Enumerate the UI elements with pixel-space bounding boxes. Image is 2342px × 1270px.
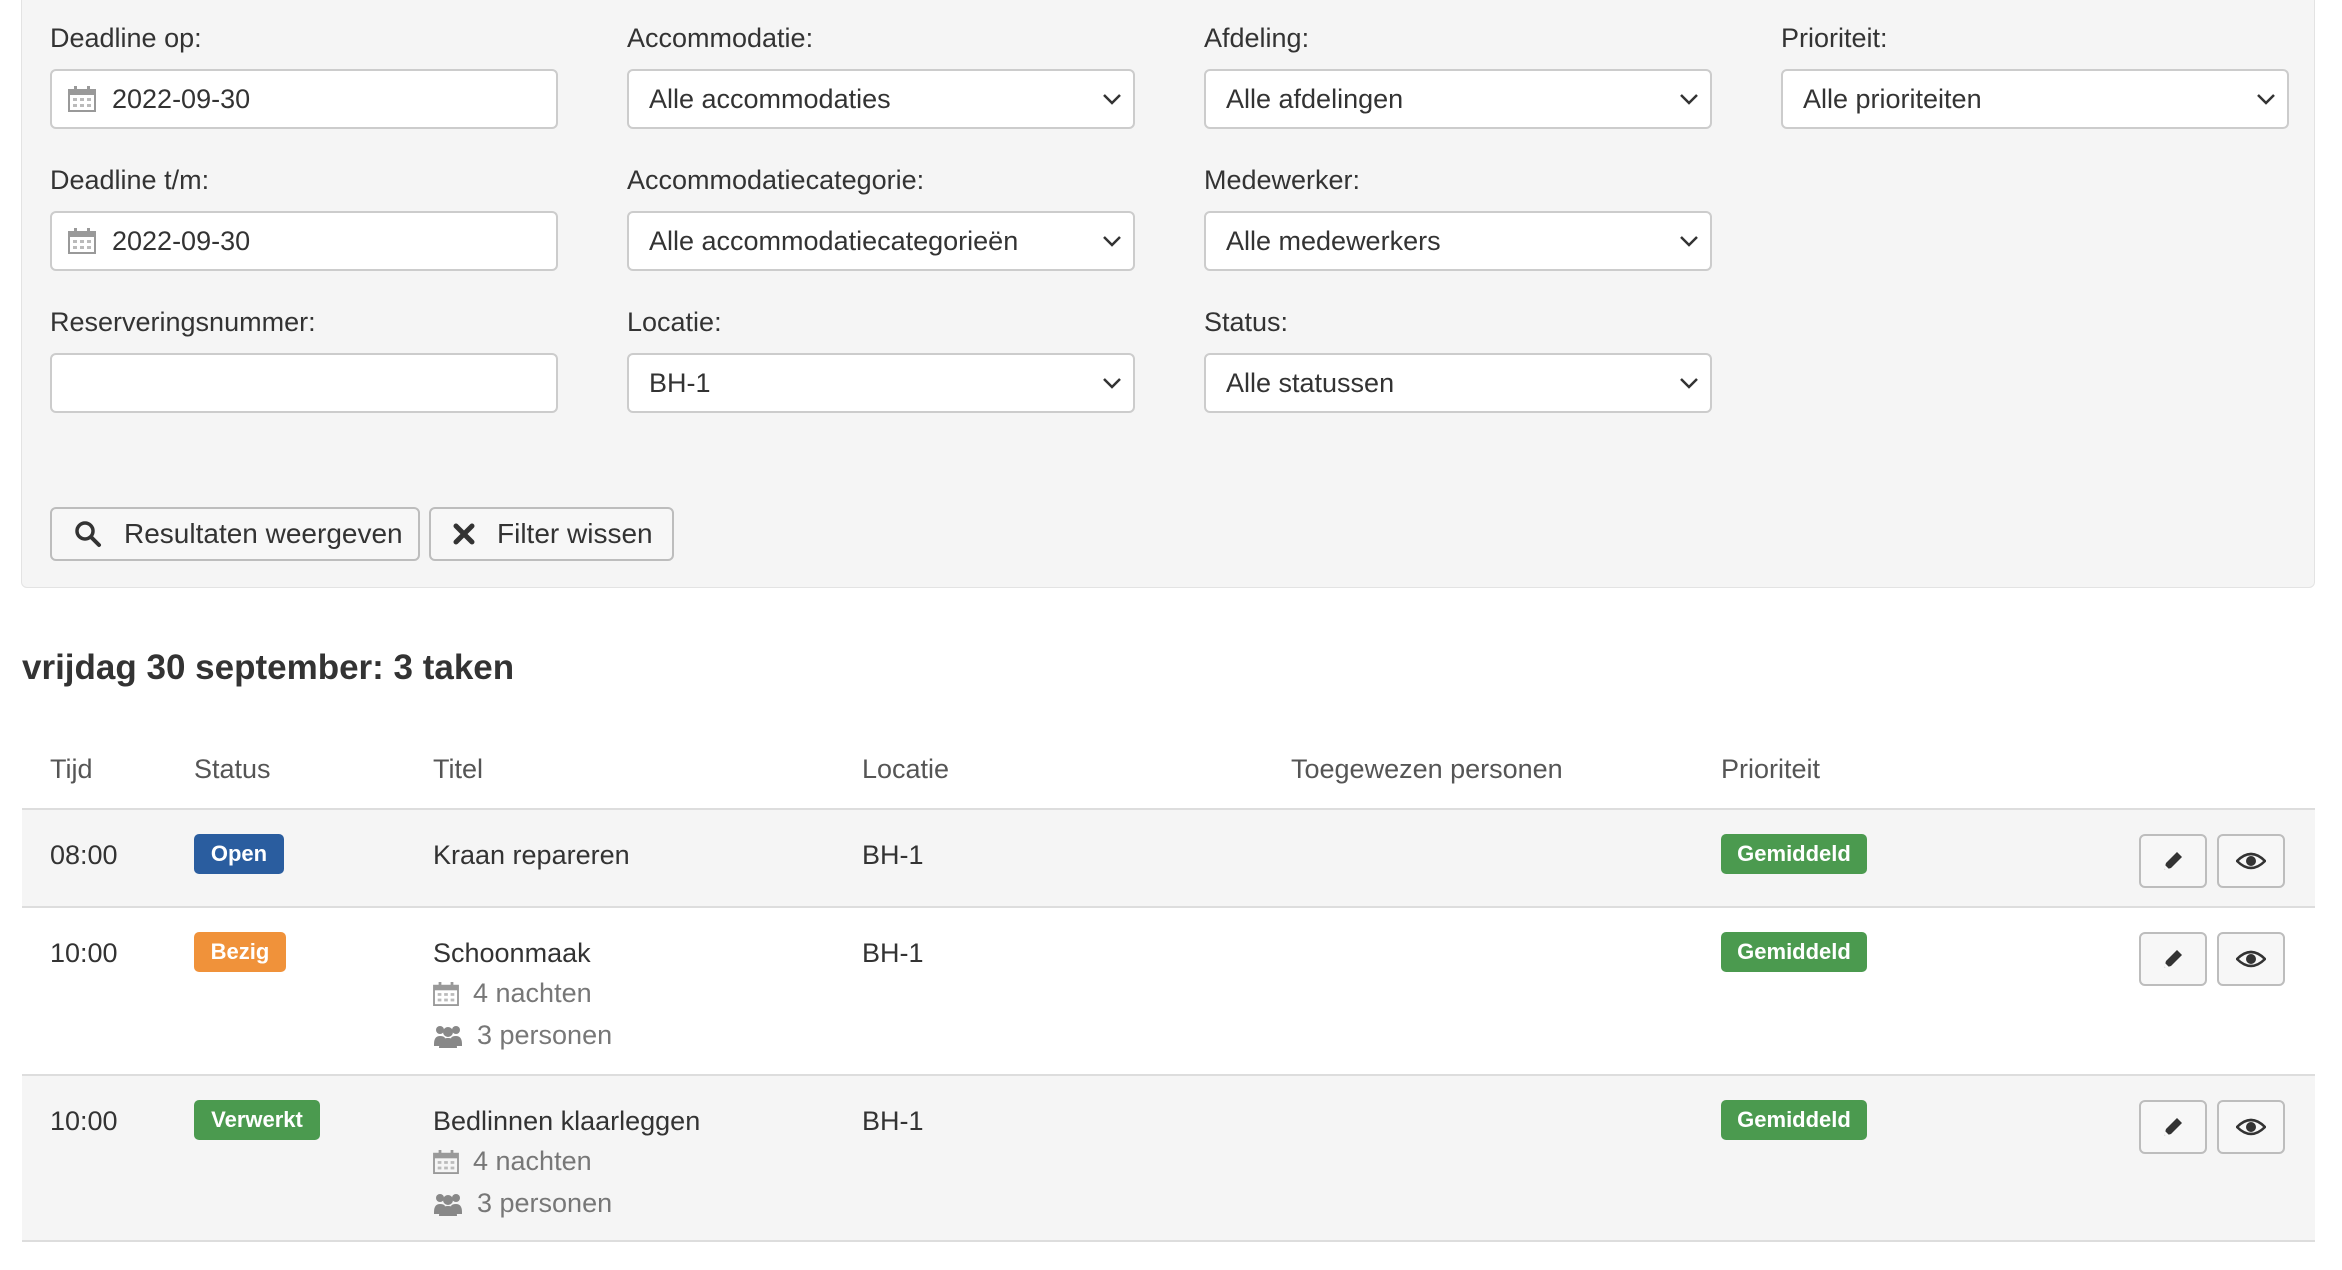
filter-panel: Deadline op: 2022-09-30 Deadline t/m: 20… <box>21 0 2315 588</box>
users-icon <box>434 1193 462 1216</box>
column-header-title: Titel <box>433 754 484 784</box>
table-row: 08:00 Open Kraan repareren BH-1 Gemiddel… <box>22 808 2315 906</box>
eye-icon <box>2236 950 2266 968</box>
reservation-number-input[interactable] <box>50 353 558 413</box>
chevron-down-icon <box>1103 236 1121 247</box>
row-location: BH-1 <box>862 840 924 870</box>
chevron-down-icon <box>1680 378 1698 389</box>
accommodation-select[interactable]: Alle accommodaties <box>627 69 1135 129</box>
accommodation-category-value: Alle accommodatiecategorieën <box>649 225 1019 256</box>
calendar-icon <box>68 86 96 112</box>
view-button[interactable] <box>2217 834 2285 888</box>
status-select[interactable]: Alle statussen <box>1204 353 1712 413</box>
priority-badge: Gemiddeld <box>1721 932 1867 972</box>
column-header-priority: Prioriteit <box>1721 754 1821 784</box>
status-badge: Verwerkt <box>194 1100 320 1140</box>
eye-icon <box>2236 1118 2266 1136</box>
deadline-to-value: 2022-09-30 <box>112 225 251 256</box>
eye-icon <box>2236 852 2266 870</box>
chevron-down-icon <box>1103 378 1121 389</box>
location-value: BH-1 <box>649 367 711 398</box>
priority-badge: Gemiddeld <box>1721 834 1867 874</box>
nights-text: 4 nachten <box>473 1146 592 1176</box>
show-results-label: Resultaten weergeven <box>124 518 403 549</box>
column-header-location: Locatie <box>862 754 950 784</box>
nights-info: 4 nachten <box>433 1148 592 1175</box>
employee-value: Alle medewerkers <box>1226 225 1441 256</box>
row-title: Kraan repareren <box>433 840 630 870</box>
users-icon <box>434 1025 462 1048</box>
location-label: Locatie: <box>627 307 722 337</box>
department-value: Alle afdelingen <box>1226 83 1404 114</box>
employee-select[interactable]: Alle medewerkers <box>1204 211 1712 271</box>
edit-button[interactable] <box>2139 834 2207 888</box>
chevron-down-icon <box>2257 94 2275 105</box>
deadline-to-input[interactable]: 2022-09-30 <box>50 211 558 271</box>
row-location: BH-1 <box>862 1106 924 1136</box>
day-heading: vrijdag 30 september: 3 taken <box>22 648 515 687</box>
column-header-time: Tijd <box>50 754 93 784</box>
pencil-icon <box>2164 1118 2182 1136</box>
pencil-icon <box>2164 852 2182 870</box>
table-bottom-border <box>22 1240 2315 1242</box>
persons-info: 3 personen <box>433 1190 612 1217</box>
view-button[interactable] <box>2217 932 2285 986</box>
nights-info: 4 nachten <box>433 980 592 1007</box>
accommodation-category-label: Accommodatiecategorie: <box>627 165 925 195</box>
reservation-number-label: Reserveringsnummer: <box>50 307 316 337</box>
accommodation-label: Accommodatie: <box>627 23 814 53</box>
table-row: 10:00 Bezig Schoonmaak 4 nachten 3 perso… <box>22 906 2315 1074</box>
calendar-icon <box>433 981 459 1006</box>
edit-button[interactable] <box>2139 932 2207 986</box>
clear-filter-button[interactable]: Filter wissen <box>429 507 674 561</box>
edit-button[interactable] <box>2139 1100 2207 1154</box>
status-badge: Bezig <box>194 932 286 972</box>
persons-text: 3 personen <box>477 1188 613 1218</box>
show-results-button[interactable]: Resultaten weergeven <box>50 507 420 561</box>
deadline-from-label: Deadline op: <box>50 23 202 53</box>
deadline-to-label: Deadline t/m: <box>50 165 210 195</box>
chevron-down-icon <box>1680 236 1698 247</box>
clear-filter-label: Filter wissen <box>497 518 653 549</box>
row-location: BH-1 <box>862 938 924 968</box>
row-title: Bedlinnen klaarleggen <box>433 1106 701 1136</box>
persons-info: 3 personen <box>433 1022 612 1049</box>
department-label: Afdeling: <box>1204 23 1310 53</box>
chevron-down-icon <box>1103 94 1121 105</box>
search-icon <box>75 521 101 547</box>
deadline-from-value: 2022-09-30 <box>112 83 251 114</box>
times-icon <box>453 523 475 545</box>
view-button[interactable] <box>2217 1100 2285 1154</box>
calendar-icon <box>433 1149 459 1174</box>
department-select[interactable]: Alle afdelingen <box>1204 69 1712 129</box>
calendar-icon <box>68 228 96 254</box>
priority-badge: Gemiddeld <box>1721 1100 1867 1140</box>
chevron-down-icon <box>1680 94 1698 105</box>
accommodation-value: Alle accommodaties <box>649 83 891 114</box>
status-value: Alle statussen <box>1226 367 1395 398</box>
priority-select[interactable]: Alle prioriteiten <box>1781 69 2289 129</box>
table-row: 10:00 Verwerkt Bedlinnen klaarleggen 4 n… <box>22 1074 2315 1242</box>
priority-value: Alle prioriteiten <box>1803 83 1982 114</box>
row-time: 10:00 <box>50 938 118 968</box>
employee-label: Medewerker: <box>1204 165 1361 195</box>
row-title: Schoonmaak <box>433 938 591 968</box>
status-label: Status: <box>1204 307 1289 337</box>
location-select[interactable]: BH-1 <box>627 353 1135 413</box>
nights-text: 4 nachten <box>473 978 592 1008</box>
accommodation-category-select[interactable]: Alle accommodatiecategorieën <box>627 211 1135 271</box>
status-badge: Open <box>194 834 284 874</box>
pencil-icon <box>2164 950 2182 968</box>
persons-text: 3 personen <box>477 1020 613 1050</box>
column-header-assigned: Toegewezen personen <box>1291 754 1563 784</box>
row-time: 08:00 <box>50 840 118 870</box>
row-time: 10:00 <box>50 1106 118 1136</box>
priority-label: Prioriteit: <box>1781 23 1888 53</box>
deadline-from-input[interactable]: 2022-09-30 <box>50 69 558 129</box>
column-header-status: Status <box>194 754 271 784</box>
